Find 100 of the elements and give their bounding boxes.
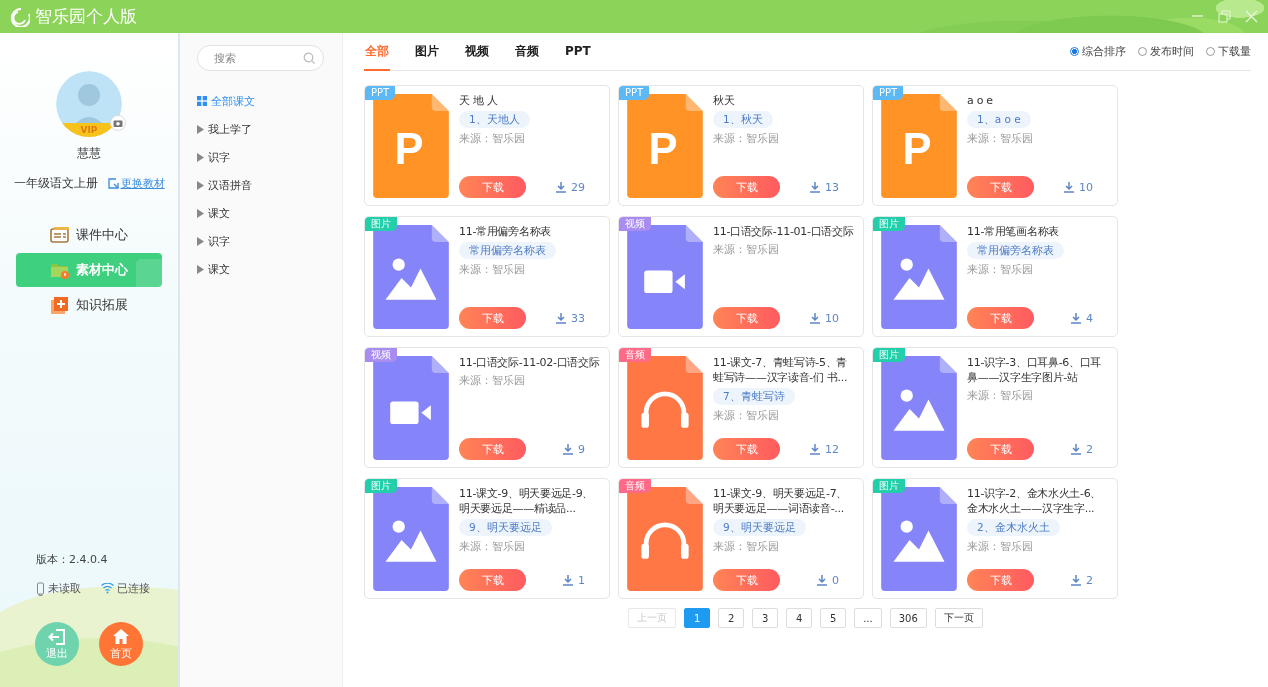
lesson-tag: 1、天地人 [459,111,530,128]
type-badge: PPT [365,86,396,100]
resource-card[interactable]: 图片 11-常用偏旁名称表 常用偏旁名称表 来源：智乐园 下载 33 [364,216,610,337]
page-button[interactable]: 306 [889,608,927,628]
download-icon [563,443,573,455]
resource-title: 天 地 人 [459,93,499,108]
camera-icon[interactable] [110,115,126,131]
tree-item[interactable]: 我上学了 [197,115,342,143]
download-count: 29 [571,180,585,194]
resource-card[interactable]: 图片 11-常用笔画名称表 常用偏旁名称表 来源：智乐园 下载 4 [872,216,1118,337]
radio-button[interactable] [1206,47,1215,56]
type-badge: 音频 [619,479,651,493]
page-button[interactable]: 5 [820,608,847,628]
status-label: 未读取 [48,581,81,596]
filter-tab[interactable]: PPT [564,33,592,71]
lesson-tag: 9、明天要远足 [713,519,806,536]
resource-title: 秋天 [713,93,736,108]
resource-card[interactable]: 图片 11-识字-3、口耳鼻-6、口耳鼻——汉字生字图片-站 来源：智乐园 下载 2 [872,347,1118,468]
resource-card[interactable]: 图片 11-课文-9、明天要远足-9、明天要远足——精读品... 9、明天要远足 来源：智乐园 下载 1 [364,478,610,599]
tree-item[interactable]: 识字 [197,227,342,255]
resource-card[interactable]: P PPT 天 地 人 1、天地人 来源：智乐园 下载 29 [364,85,610,206]
tree-item[interactable]: 汉语拼音 [197,171,342,199]
download-icon [1064,181,1074,193]
logo-icon [10,6,30,27]
source-label: 来源：智乐园 [713,540,780,554]
type-badge: 音频 [619,348,651,362]
resource-card[interactable]: 音频 11-课文-9、明天要远足-7、明天要远足——词语读音-... 9、明天要远足 来源：智乐园 下载 0 [618,478,864,599]
download-count: 10 [1079,180,1093,194]
source-label: 来源：智乐园 [713,132,780,146]
plus-icon [50,295,69,315]
change-textbook-link[interactable]: 更换教材 [107,176,165,191]
resource-card[interactable]: 视频 11-口语交际-11-02-口语交际 来源：智乐园 下载 9 [364,347,610,468]
source-label: 来源：智乐园 [713,243,780,257]
download-icon [1071,443,1081,455]
edit-icon [107,178,119,189]
lesson-tag: 2、金木水火土 [967,519,1060,536]
resource-card[interactable]: P PPT 秋天 1、秋天 来源：智乐园 下载 13 [618,85,864,206]
resource-card[interactable]: 视频 11-口语交际-11-01-口语交际 来源：智乐园 下载 10 [618,216,864,337]
source-label: 来源：智乐园 [459,263,526,277]
source-label: 来源：智乐园 [459,374,526,388]
page-button[interactable]: 3 [752,608,779,628]
resource-title: 11-常用笔画名称表 [967,224,1060,239]
close-icon[interactable] [1245,10,1258,23]
resource-title: 11-课文-7、青蛙写诗-5、青蛙写诗——汉字读音-们 书... [713,355,849,385]
download-icon [810,443,820,455]
resource-title: 11-课文-9、明天要远足-7、明天要远足——词语读音-... [713,486,849,516]
nav-item[interactable]: 知识拓展 [16,288,162,322]
sort-option-label: 发布时间 [1150,44,1194,59]
download-icon [556,312,566,324]
download-count: 2 [1086,573,1093,587]
grid-icon [197,96,207,106]
page-button[interactable]: 2 [718,608,745,628]
resource-card[interactable]: P PPT a o e 1、a o e 来源：智乐园 下载 10 [872,85,1118,206]
source-label: 来源：智乐园 [967,132,1034,146]
search-input[interactable]: 搜索 [212,50,303,66]
resource-card[interactable]: 音频 11-课文-7、青蛙写诗-5、青蛙写诗——汉字读音-们 书... 7、青蛙写诗 来源：智乐园 下载 12 [618,347,864,468]
user-name: 慧慧 [77,145,101,162]
download-count: 9 [578,442,585,456]
type-badge: 图片 [365,479,397,493]
type-badge: 图片 [365,217,397,231]
download-count: 0 [832,573,839,587]
lesson-tag: 1、秋天 [713,111,773,128]
radio-button[interactable] [1138,47,1147,56]
lesson-tag: 常用偏旁名称表 [967,242,1064,259]
download-count: 1 [578,573,585,587]
type-badge: PPT [619,86,650,100]
search-field[interactable]: 搜索 [197,45,324,71]
restore-icon[interactable] [1218,10,1231,23]
type-badge: 视频 [365,348,397,362]
radio-button[interactable] [1070,47,1079,56]
type-badge: 图片 [873,348,905,362]
status-label: 已连接 [117,581,150,596]
wifi-icon [101,583,114,594]
source-label: 来源：智乐园 [967,540,1034,554]
source-label: 来源：智乐园 [967,263,1034,277]
filter-tab[interactable]: 音频 [514,33,540,71]
tree-item[interactable]: 课文 [197,199,342,227]
download-icon [1071,312,1081,324]
tree-item[interactable]: 课文 [197,255,342,283]
resource-card[interactable]: 图片 11-识字-2、金木水火土-6、金木水火土——汉字生字... 2、金木水火土 来源：智乐园 下载 2 [872,478,1118,599]
source-label: 来源：智乐园 [459,540,526,554]
courseware-icon [50,225,69,245]
page-button[interactable]: 下一页 [934,608,983,628]
sort-option-label: 下载量 [1218,44,1251,59]
source-label: 来源：智乐园 [713,409,780,423]
resource-title: 11-常用偏旁名称表 [459,224,552,239]
sort-option-label: 综合排序 [1082,44,1126,59]
page-button[interactable]: ... [854,608,882,628]
download-icon [810,181,820,193]
resource-title: 11-识字-2、金木水火土-6、金木水火土——汉字生字... [967,486,1103,516]
type-badge: 视频 [619,217,651,231]
nav-item[interactable]: 课件中心 [16,218,162,252]
page-button[interactable]: 4 [786,608,813,628]
filter-tab[interactable]: 图片 [414,33,440,71]
tree-item[interactable]: 识字 [197,143,342,171]
usb-drive-icon [36,581,45,596]
download-count: 33 [571,311,585,325]
filter-tab[interactable]: 视频 [464,33,490,71]
version-label: 版本：2.4.0.4 [36,552,108,567]
lesson-tag: 常用偏旁名称表 [459,242,556,259]
